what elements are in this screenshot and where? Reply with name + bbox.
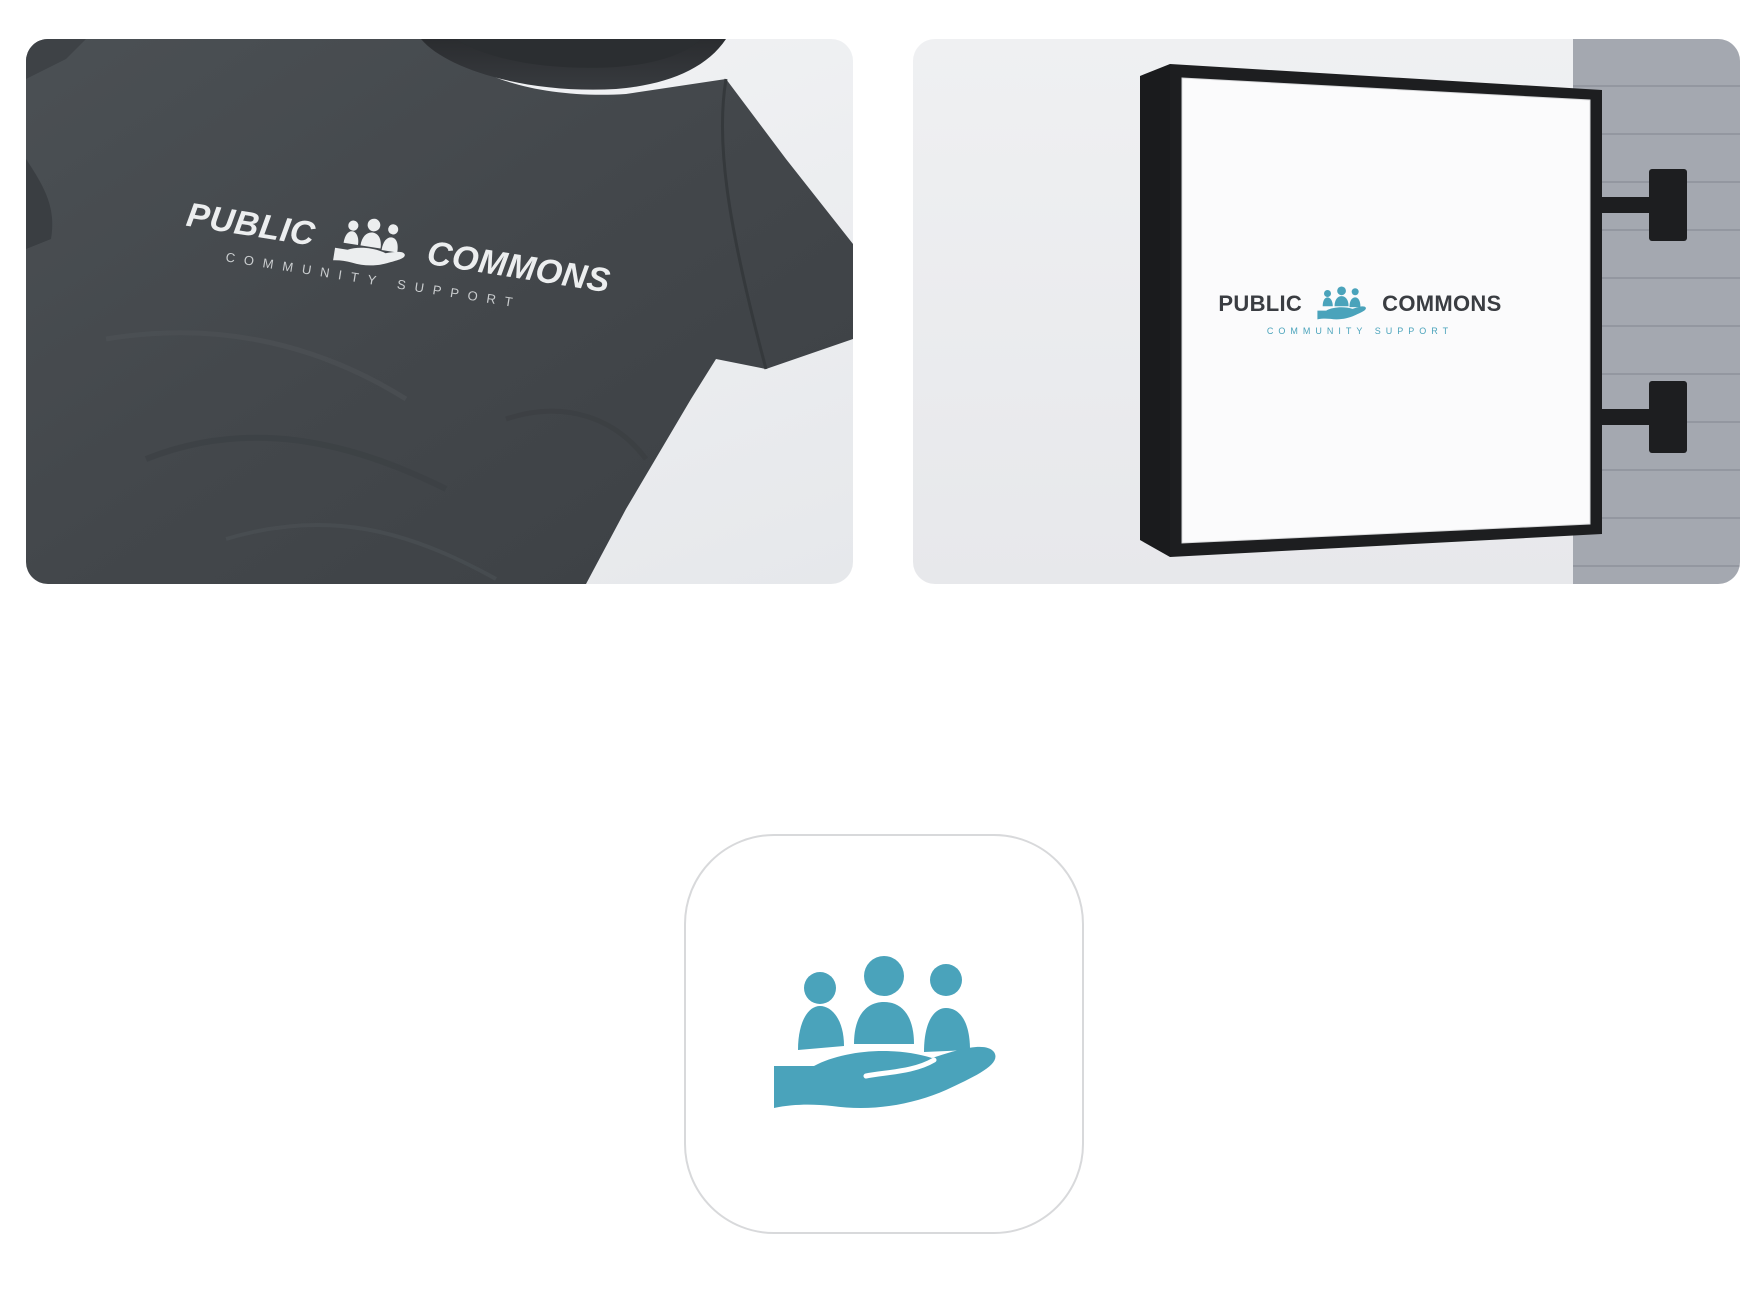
sign-mockup-card: PUBLIC COMMONS COMMUNITY SUPPORT — [913, 39, 1740, 584]
sign-bracket-bottom-plate — [1649, 381, 1687, 453]
sign-logo: PUBLIC COMMONS COMMUNITY SUPPORT — [1195, 286, 1525, 336]
sign-bracket-top-plate — [1649, 169, 1687, 241]
community-support-icon — [1317, 286, 1367, 320]
brand-tagline: COMMUNITY SUPPORT — [1266, 326, 1454, 336]
tshirt-mockup-card: PUBLIC COMMONS COMMUNITY SUPPORT — [26, 39, 853, 584]
brand-name-right: COMMONS — [1382, 291, 1502, 316]
community-support-icon — [332, 218, 405, 266]
lightbox-sign: PUBLIC COMMONS COMMUNITY SUPPORT — [1140, 64, 1602, 557]
community-support-icon — [774, 956, 996, 1109]
tshirt-image — [26, 39, 853, 584]
app-icon-tile — [684, 834, 1084, 1234]
brand-name-left: PUBLIC — [1218, 291, 1303, 316]
